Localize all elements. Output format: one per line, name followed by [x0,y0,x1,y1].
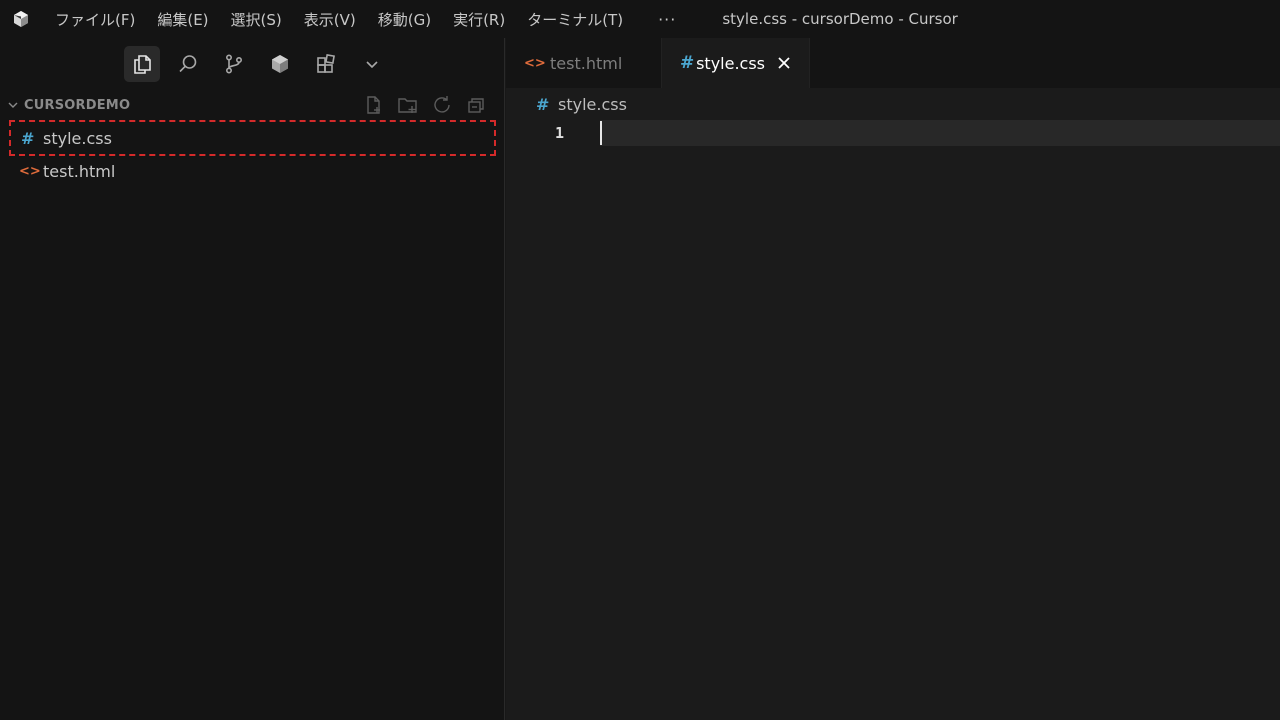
css-file-icon: # [21,128,35,148]
search-icon[interactable] [170,46,206,82]
menu-terminal[interactable]: ターミナル(T) [516,0,634,38]
refresh-icon[interactable] [430,94,454,116]
current-line-highlight [600,120,1280,146]
explorer-file-style-css[interactable]: # style.css [9,120,496,156]
html-file-icon: <> [524,55,546,71]
explorer-folder-name: CURSORDEMO [24,97,131,113]
tab-bar: <> test.html # style.css [506,38,1280,88]
activity-bar [0,38,504,90]
breadcrumb[interactable]: # style.css [506,88,1280,120]
close-icon[interactable] [777,55,791,71]
menu-file[interactable]: ファイル(F) [42,0,146,38]
title-bar: ファイル(F) 編集(E) 選択(S) 表示(V) 移動(G) 実行(R) ター… [0,0,1280,38]
new-file-icon[interactable] [362,94,386,116]
extensions-cube-icon[interactable] [262,46,298,82]
html-file-icon: <> [19,164,41,179]
tab-label: test.html [550,53,623,73]
cursor-logo-icon[interactable] [0,0,42,38]
menu-edit[interactable]: 編集(E) [146,0,219,38]
line-number: 1 [554,124,564,142]
tab-test-html[interactable]: <> test.html [506,38,662,88]
menu-more-button[interactable]: ··· [634,10,694,29]
grid-icon[interactable] [308,46,344,82]
chevron-down-icon[interactable] [354,46,390,82]
chevron-down-icon [4,96,22,114]
explorer-icon[interactable] [124,46,160,82]
menu-selection[interactable]: 選択(S) [220,0,293,38]
menu-go[interactable]: 移動(G) [367,0,442,38]
source-control-icon[interactable] [216,46,252,82]
new-folder-icon[interactable] [396,94,420,116]
explorer-actions [362,94,488,116]
collapse-all-icon[interactable] [464,94,488,116]
explorer-folder-header[interactable]: CURSORDEMO [0,90,504,120]
menu-bar: ファイル(F) 編集(E) 選択(S) 表示(V) 移動(G) 実行(R) ター… [42,0,694,38]
editor-area: <> test.html # style.css # style.css 1 [506,38,1280,720]
text-cursor [600,121,602,145]
code-line[interactable]: 1 [506,120,1280,146]
explorer-file-test-html[interactable]: <> test.html [0,156,504,187]
tab-label: style.css [696,53,765,73]
css-file-icon: # [536,94,550,114]
file-label: test.html [43,162,116,181]
file-label: style.css [43,128,112,148]
sidebar: CURSORDEMO # style.css <> test.html [0,38,505,720]
window-title: style.css - cursorDemo - Cursor [722,10,958,28]
breadcrumb-file: style.css [558,94,627,114]
menu-run[interactable]: 実行(R) [442,0,516,38]
css-file-icon: # [680,53,695,73]
tab-style-css[interactable]: # style.css [662,38,810,88]
menu-view[interactable]: 表示(V) [293,0,367,38]
